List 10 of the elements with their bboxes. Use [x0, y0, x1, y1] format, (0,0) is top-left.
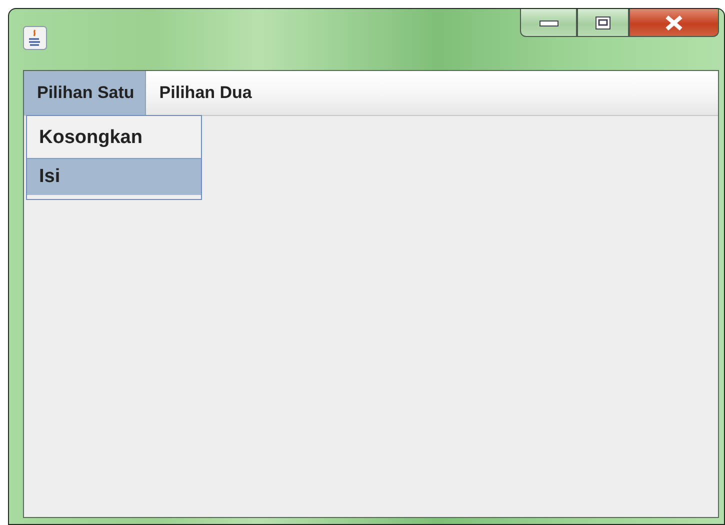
- menu[interactable]: Pilihan Satu: [24, 71, 146, 115]
- close-button[interactable]: [629, 9, 719, 37]
- menu[interactable]: Pilihan Dua: [146, 71, 263, 115]
- maximize-button[interactable]: [577, 9, 629, 37]
- minimize-icon: [538, 18, 558, 26]
- maximize-icon: [595, 16, 611, 30]
- menu-item[interactable]: Kosongkan: [27, 117, 201, 158]
- close-icon: [664, 14, 684, 30]
- menu-item[interactable]: Isi: [27, 158, 201, 195]
- minimize-button[interactable]: [520, 9, 577, 37]
